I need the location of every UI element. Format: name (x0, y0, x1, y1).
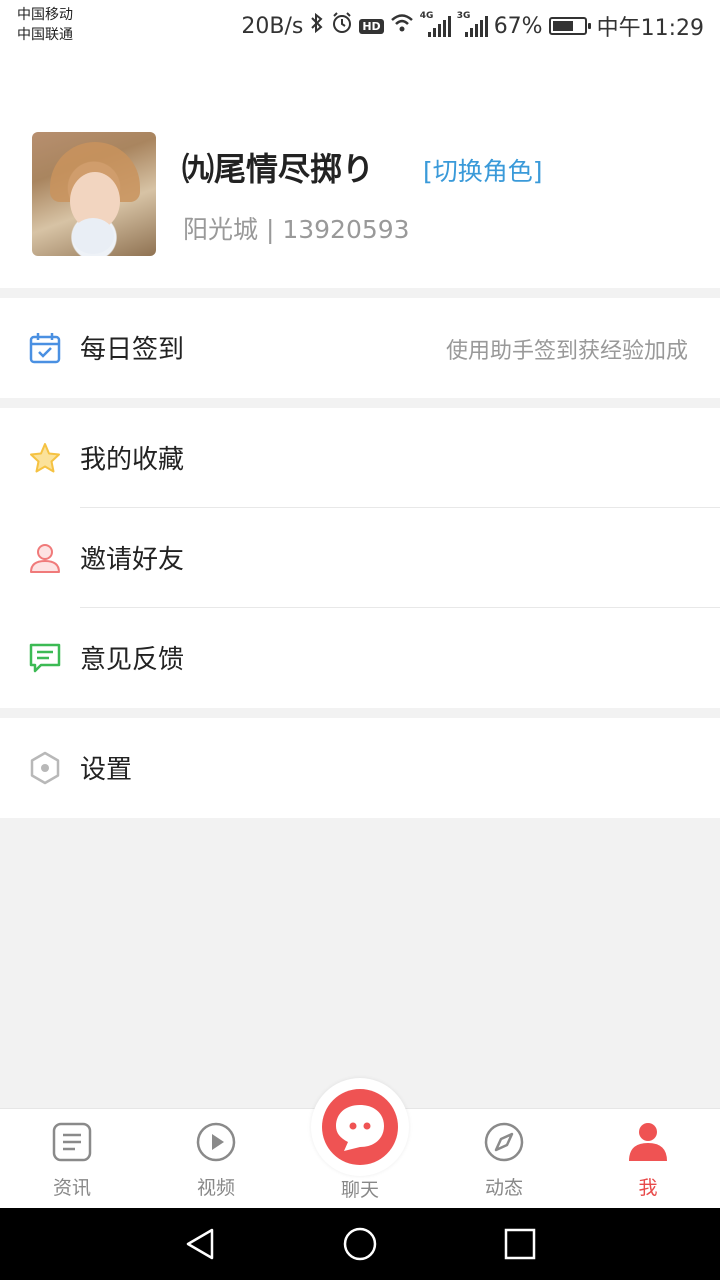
chat-button[interactable] (311, 1078, 409, 1176)
calendar-check-icon (28, 331, 62, 365)
menu-label-favorites: 我的收藏 (80, 445, 185, 475)
carrier-2: 中国联通 (17, 27, 73, 43)
news-icon (52, 1122, 92, 1162)
menu-hint-checkin: 使用助手签到获经验加成 (445, 339, 688, 364)
profile-card[interactable]: ㈨尾情尽掷り [切换角色] 阳光城 | 13920593 (0, 48, 720, 288)
hexagon-settings-icon (28, 751, 62, 785)
username: ㈨尾情尽掷り (182, 150, 375, 188)
chat-icon (322, 1089, 398, 1165)
menu-label-checkin: 每日签到 (80, 335, 185, 365)
tab-label: 聊天 (340, 1179, 379, 1201)
settings-section: 设置 (0, 718, 720, 818)
menu-label-invite: 邀请好友 (80, 545, 185, 575)
system-nav-bar (0, 1208, 720, 1280)
battery-percent: 67% (493, 13, 543, 39)
hd-icon: HD (359, 18, 384, 34)
compass-icon (484, 1122, 524, 1162)
tab-label: 资讯 (52, 1177, 91, 1199)
play-icon (196, 1122, 236, 1162)
net-speed: 20B/s (241, 13, 304, 39)
bluetooth-icon (309, 12, 325, 40)
menu-label-feedback: 意见反馈 (80, 645, 185, 675)
tab-label: 动态 (484, 1177, 523, 1199)
alarm-icon (331, 12, 353, 40)
status-icons: 20B/s HD 4G 3G 67% 中午11:29 (241, 10, 704, 42)
user-icon (629, 1123, 667, 1161)
carrier-info: 中国移动 中国联通 (17, 5, 73, 45)
menu-item-settings[interactable]: 设置 (0, 718, 720, 818)
tab-video[interactable]: 视频 (144, 1109, 288, 1209)
message-icon (28, 641, 62, 675)
wifi-icon (390, 13, 414, 39)
tab-label: 我 (638, 1177, 658, 1199)
recents-square-icon[interactable] (502, 1226, 538, 1262)
tab-me[interactable]: 我 (576, 1109, 720, 1209)
star-icon (28, 441, 62, 475)
tab-moments[interactable]: 动态 (432, 1109, 576, 1209)
menu-item-invite[interactable]: 邀请好友 (0, 508, 720, 608)
back-triangle-icon[interactable] (182, 1226, 218, 1262)
menu-label-settings: 设置 (80, 755, 133, 785)
user-sub-info: 阳光城 | 13920593 (183, 215, 410, 244)
menu-item-checkin[interactable]: 每日签到 使用助手签到获经验加成 (0, 298, 720, 398)
battery-icon (548, 17, 591, 35)
tab-news[interactable]: 资讯 (0, 1109, 144, 1209)
signal-icon-1: 4G (420, 11, 451, 37)
main-menu-section: 我的收藏 邀请好友 意见反馈 (0, 408, 720, 708)
menu-item-feedback[interactable]: 意见反馈 (0, 608, 720, 708)
status-bar: 中国移动 中国联通 20B/s HD 4G 3G 67% 中午11:29 (0, 0, 720, 48)
person-icon (28, 541, 62, 575)
carrier-1: 中国移动 (17, 7, 73, 23)
menu-item-favorites[interactable]: 我的收藏 (0, 408, 720, 508)
home-circle-icon[interactable] (342, 1226, 378, 1262)
tab-label: 视频 (196, 1177, 235, 1199)
signal-icon-2: 3G (457, 11, 488, 37)
clock: 中午11:29 (596, 16, 704, 41)
switch-role-link[interactable]: [切换角色] (423, 152, 543, 188)
avatar[interactable] (32, 132, 156, 256)
checkin-section: 每日签到 使用助手签到获经验加成 (0, 298, 720, 398)
